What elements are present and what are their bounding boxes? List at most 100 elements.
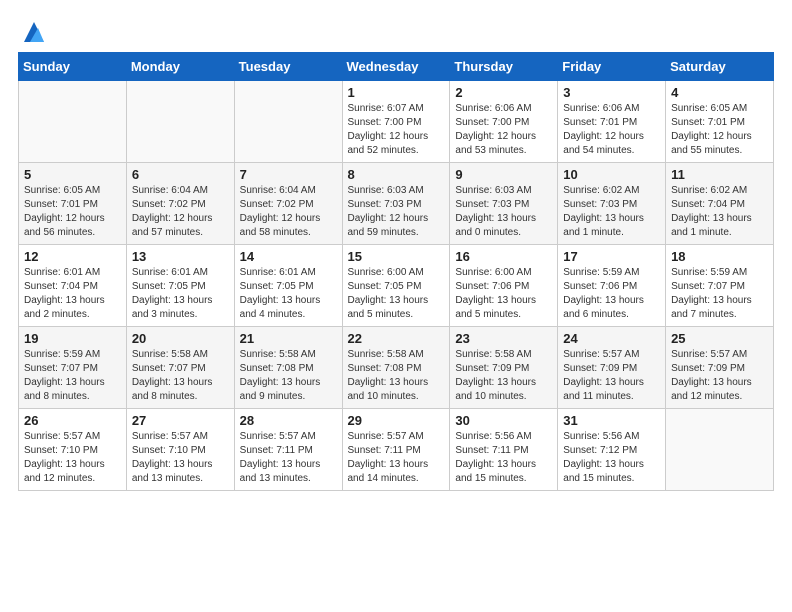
day-info: Sunrise: 5:57 AM Sunset: 7:11 PM Dayligh… [348,430,445,486]
day-number: 10 [563,167,660,182]
day-info: Sunrise: 6:04 AM Sunset: 7:02 PM Dayligh… [132,184,229,240]
day-number: 17 [563,249,660,264]
day-info: Sunrise: 6:06 AM Sunset: 7:00 PM Dayligh… [455,102,552,158]
day-number: 5 [24,167,121,182]
calendar-cell: 9 Sunrise: 6:03 AM Sunset: 7:03 PM Daylig… [450,163,558,245]
calendar-cell: 19 Sunrise: 5:59 AM Sunset: 7:07 PM Dayli… [19,327,127,409]
calendar-cell: 2 Sunrise: 6:06 AM Sunset: 7:00 PM Daylig… [450,81,558,163]
header-row: SundayMondayTuesdayWednesdayThursdayFrid… [19,53,774,81]
calendar-cell: 13 Sunrise: 6:01 AM Sunset: 7:05 PM Dayli… [126,245,234,327]
day-info: Sunrise: 5:57 AM Sunset: 7:09 PM Dayligh… [563,348,660,404]
week-row-4: 26 Sunrise: 5:57 AM Sunset: 7:10 PM Dayli… [19,409,774,491]
calendar-cell: 1 Sunrise: 6:07 AM Sunset: 7:00 PM Daylig… [342,81,450,163]
day-number: 6 [132,167,229,182]
calendar-cell: 30Sunrise: 5:56 AM Sunset: 7:11 PM Dayli… [450,409,558,491]
day-info: Sunrise: 5:59 AM Sunset: 7:07 PM Dayligh… [671,266,768,322]
week-row-3: 19 Sunrise: 5:59 AM Sunset: 7:07 PM Dayli… [19,327,774,409]
day-info: Sunrise: 6:01 AM Sunset: 7:05 PM Dayligh… [240,266,337,322]
day-number: 29 [348,413,445,428]
calendar-cell: 25Sunrise: 5:57 AM Sunset: 7:09 PM Dayli… [666,327,774,409]
calendar-cell: 22 Sunrise: 5:58 AM Sunset: 7:08 PM Dayli… [342,327,450,409]
day-number: 26 [24,413,121,428]
day-number: 2 [455,85,552,100]
day-info: Sunrise: 5:58 AM Sunset: 7:09 PM Dayligh… [455,348,552,404]
day-info: Sunrise: 5:57 AM Sunset: 7:10 PM Dayligh… [132,430,229,486]
day-number: 23 [455,331,552,346]
day-info: Sunrise: 6:04 AM Sunset: 7:02 PM Dayligh… [240,184,337,240]
calendar-cell: 14 Sunrise: 6:01 AM Sunset: 7:05 PM Dayli… [234,245,342,327]
calendar-cell: 26Sunrise: 5:57 AM Sunset: 7:10 PM Dayli… [19,409,127,491]
col-header-friday: Friday [558,53,666,81]
day-info: Sunrise: 6:01 AM Sunset: 7:05 PM Dayligh… [132,266,229,322]
logo-icon [20,18,48,46]
day-info: Sunrise: 5:57 AM Sunset: 7:11 PM Dayligh… [240,430,337,486]
day-number: 19 [24,331,121,346]
calendar-cell [666,409,774,491]
calendar-cell: 11Sunrise: 6:02 AM Sunset: 7:04 PM Dayli… [666,163,774,245]
col-header-thursday: Thursday [450,53,558,81]
calendar-cell [234,81,342,163]
logo [18,18,48,42]
day-info: Sunrise: 6:05 AM Sunset: 7:01 PM Dayligh… [671,102,768,158]
day-number: 15 [348,249,445,264]
calendar-cell: 28 Sunrise: 5:57 AM Sunset: 7:11 PM Dayli… [234,409,342,491]
day-number: 31 [563,413,660,428]
page: SundayMondayTuesdayWednesdayThursdayFrid… [0,0,792,509]
week-row-0: 1 Sunrise: 6:07 AM Sunset: 7:00 PM Daylig… [19,81,774,163]
calendar-cell: 16 Sunrise: 6:00 AM Sunset: 7:06 PM Dayli… [450,245,558,327]
calendar-cell: 23 Sunrise: 5:58 AM Sunset: 7:09 PM Dayli… [450,327,558,409]
day-info: Sunrise: 5:56 AM Sunset: 7:12 PM Dayligh… [563,430,660,486]
calendar-cell: 27Sunrise: 5:57 AM Sunset: 7:10 PM Dayli… [126,409,234,491]
calendar-cell: 8Sunrise: 6:03 AM Sunset: 7:03 PM Daylig… [342,163,450,245]
day-number: 24 [563,331,660,346]
day-info: Sunrise: 5:59 AM Sunset: 7:07 PM Dayligh… [24,348,121,404]
calendar-cell: 5 Sunrise: 6:05 AM Sunset: 7:01 PM Daylig… [19,163,127,245]
day-number: 11 [671,167,768,182]
calendar-cell: 6 Sunrise: 6:04 AM Sunset: 7:02 PM Daylig… [126,163,234,245]
day-info: Sunrise: 5:58 AM Sunset: 7:08 PM Dayligh… [348,348,445,404]
day-number: 1 [348,85,445,100]
day-number: 25 [671,331,768,346]
day-number: 7 [240,167,337,182]
calendar-cell: 17Sunrise: 5:59 AM Sunset: 7:06 PM Dayli… [558,245,666,327]
day-info: Sunrise: 6:00 AM Sunset: 7:05 PM Dayligh… [348,266,445,322]
day-info: Sunrise: 6:07 AM Sunset: 7:00 PM Dayligh… [348,102,445,158]
calendar-cell [126,81,234,163]
day-info: Sunrise: 5:58 AM Sunset: 7:07 PM Dayligh… [132,348,229,404]
day-number: 14 [240,249,337,264]
week-row-1: 5 Sunrise: 6:05 AM Sunset: 7:01 PM Daylig… [19,163,774,245]
day-info: Sunrise: 6:03 AM Sunset: 7:03 PM Dayligh… [455,184,552,240]
calendar-cell: 29 Sunrise: 5:57 AM Sunset: 7:11 PM Dayli… [342,409,450,491]
col-header-tuesday: Tuesday [234,53,342,81]
calendar-cell: 3 Sunrise: 6:06 AM Sunset: 7:01 PM Daylig… [558,81,666,163]
day-number: 18 [671,249,768,264]
col-header-sunday: Sunday [19,53,127,81]
day-number: 9 [455,167,552,182]
day-number: 28 [240,413,337,428]
day-number: 13 [132,249,229,264]
day-number: 3 [563,85,660,100]
calendar-cell: 15 Sunrise: 6:00 AM Sunset: 7:05 PM Dayli… [342,245,450,327]
day-number: 22 [348,331,445,346]
day-info: Sunrise: 6:05 AM Sunset: 7:01 PM Dayligh… [24,184,121,240]
calendar-cell: 10Sunrise: 6:02 AM Sunset: 7:03 PM Dayli… [558,163,666,245]
col-header-saturday: Saturday [666,53,774,81]
day-info: Sunrise: 6:06 AM Sunset: 7:01 PM Dayligh… [563,102,660,158]
calendar-cell: 20 Sunrise: 5:58 AM Sunset: 7:07 PM Dayli… [126,327,234,409]
calendar-cell: 18 Sunrise: 5:59 AM Sunset: 7:07 PM Dayli… [666,245,774,327]
day-number: 30 [455,413,552,428]
col-header-monday: Monday [126,53,234,81]
day-number: 20 [132,331,229,346]
calendar-cell: 24 Sunrise: 5:57 AM Sunset: 7:09 PM Dayli… [558,327,666,409]
calendar-cell: 21Sunrise: 5:58 AM Sunset: 7:08 PM Dayli… [234,327,342,409]
day-info: Sunrise: 5:58 AM Sunset: 7:08 PM Dayligh… [240,348,337,404]
calendar-table: SundayMondayTuesdayWednesdayThursdayFrid… [18,52,774,491]
calendar-cell: 7 Sunrise: 6:04 AM Sunset: 7:02 PM Daylig… [234,163,342,245]
calendar-cell: 12Sunrise: 6:01 AM Sunset: 7:04 PM Dayli… [19,245,127,327]
day-number: 8 [348,167,445,182]
day-number: 12 [24,249,121,264]
day-number: 16 [455,249,552,264]
calendar-cell [19,81,127,163]
calendar-cell: 31 Sunrise: 5:56 AM Sunset: 7:12 PM Dayli… [558,409,666,491]
day-info: Sunrise: 6:00 AM Sunset: 7:06 PM Dayligh… [455,266,552,322]
